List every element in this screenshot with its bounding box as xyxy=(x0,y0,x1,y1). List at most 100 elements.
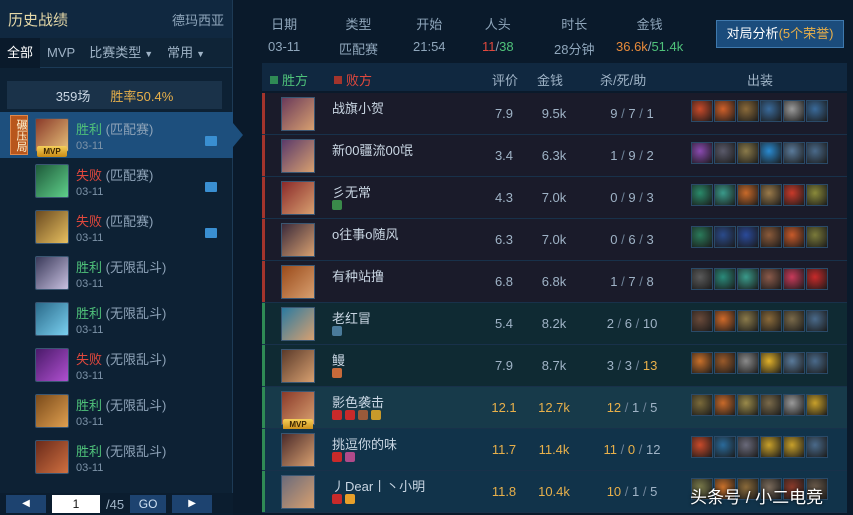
player-rating: 7.9 xyxy=(494,106,514,121)
match-list-item[interactable]: 失败 (匹配赛) 03-11 xyxy=(0,204,233,250)
player-row[interactable]: 新00疆流00氓 3.4 6.3k 1 / 9 / 2 xyxy=(262,135,847,177)
match-list-item[interactable]: 胜利 (无限乱斗) 03-11 xyxy=(0,250,233,296)
item-icon[interactable] xyxy=(737,436,759,458)
item-icon[interactable] xyxy=(783,100,805,122)
item-icon[interactable] xyxy=(760,436,782,458)
date-value: 03-11 xyxy=(268,39,301,54)
item-icon[interactable] xyxy=(714,100,736,122)
item-icon[interactable] xyxy=(691,268,713,290)
item-icon[interactable] xyxy=(714,394,736,416)
item-icon[interactable] xyxy=(691,184,713,206)
item-icon[interactable] xyxy=(714,268,736,290)
item-icon[interactable] xyxy=(691,310,713,332)
filter-common[interactable]: 常用 ▼ xyxy=(160,38,212,68)
item-icon[interactable] xyxy=(760,268,782,290)
item-icon[interactable] xyxy=(760,310,782,332)
item-icon[interactable] xyxy=(783,436,805,458)
replay-icon[interactable] xyxy=(205,182,217,192)
player-row[interactable]: 老红冒 5.4 8.2k 2 / 6 / 10 xyxy=(262,303,847,345)
replay-icon[interactable] xyxy=(205,136,217,146)
player-name[interactable]: 丿Dear丨丶小明 xyxy=(332,476,425,495)
item-icon[interactable] xyxy=(783,184,805,206)
item-icon[interactable] xyxy=(783,226,805,248)
item-icon[interactable] xyxy=(737,352,759,374)
item-icon[interactable] xyxy=(714,226,736,248)
item-icon[interactable] xyxy=(714,352,736,374)
player-name[interactable]: 新00疆流00氓 xyxy=(332,140,413,159)
player-name[interactable]: o往事o随风 xyxy=(332,224,398,243)
item-icon[interactable] xyxy=(737,394,759,416)
item-icon[interactable] xyxy=(737,184,759,206)
player-row[interactable]: 战旗小贺 7.9 9.5k 9 / 7 / 1 xyxy=(262,93,847,135)
player-row[interactable]: 有种站撸 6.8 6.8k 1 / 7 / 8 xyxy=(262,261,847,303)
match-list-item[interactable]: 胜利 (无限乱斗) 03-11 xyxy=(0,434,233,480)
item-icon[interactable] xyxy=(737,226,759,248)
item-icon[interactable] xyxy=(783,268,805,290)
match-list-item[interactable]: 失败 (匹配赛) 03-11 xyxy=(0,158,233,204)
match-list-item[interactable]: 胜利 (无限乱斗) 03-11 xyxy=(0,388,233,434)
item-icon[interactable] xyxy=(691,352,713,374)
item-icon[interactable] xyxy=(806,394,828,416)
player-name[interactable]: 影色袭击 xyxy=(332,392,384,411)
item-icon[interactable] xyxy=(806,310,828,332)
player-name[interactable]: 鳗 xyxy=(332,350,345,369)
filter-match-type[interactable]: 比赛类型 ▼ xyxy=(82,38,160,68)
match-result: 失败 xyxy=(76,213,103,229)
match-list-item[interactable]: 失败 (无限乱斗) 03-11 xyxy=(0,342,233,388)
item-icon[interactable] xyxy=(737,142,759,164)
filter-mvp[interactable]: MVP xyxy=(40,38,82,68)
player-row[interactable]: 鳗 7.9 8.7k 3 / 3 / 13 xyxy=(262,345,847,387)
match-analysis-button[interactable]: 对局分析(5个荣誉) xyxy=(716,20,844,48)
item-icon[interactable] xyxy=(760,394,782,416)
item-icon[interactable] xyxy=(760,352,782,374)
item-icon[interactable] xyxy=(806,184,828,206)
go-button[interactable]: GO xyxy=(130,495,167,513)
item-icon[interactable] xyxy=(691,226,713,248)
item-icon[interactable] xyxy=(783,394,805,416)
filter-all[interactable]: 全部 xyxy=(0,37,41,68)
item-icon[interactable] xyxy=(691,436,713,458)
item-icon[interactable] xyxy=(760,226,782,248)
item-icon[interactable] xyxy=(806,268,828,290)
item-icon[interactable] xyxy=(760,142,782,164)
item-icon[interactable] xyxy=(714,310,736,332)
item-icon[interactable] xyxy=(714,184,736,206)
player-name[interactable]: 老红冒 xyxy=(332,308,371,327)
champion-avatar xyxy=(35,348,69,382)
prev-page-button[interactable]: ◀ xyxy=(6,495,46,513)
item-icon[interactable] xyxy=(737,268,759,290)
player-row[interactable]: 挑逗你的味 11.7 11.4k 11 / 0 / 12 xyxy=(262,429,847,471)
item-icon[interactable] xyxy=(806,352,828,374)
replay-icon[interactable] xyxy=(205,228,217,238)
page-input[interactable]: 1 xyxy=(52,495,100,513)
item-icon[interactable] xyxy=(760,100,782,122)
player-name[interactable]: 战旗小贺 xyxy=(332,98,384,117)
player-row[interactable]: MVP 影色袭击 12.1 12.7k 12 / 1 / 5 xyxy=(262,387,847,430)
player-row[interactable]: 彡无常 4.3 7.0k 0 / 9 / 3 xyxy=(262,177,847,219)
item-icon[interactable] xyxy=(783,142,805,164)
item-icon[interactable] xyxy=(714,436,736,458)
item-icon[interactable] xyxy=(691,100,713,122)
item-icon[interactable] xyxy=(806,226,828,248)
item-icon[interactable] xyxy=(783,352,805,374)
player-kda: 11 / 0 / 12 xyxy=(603,442,661,457)
player-name[interactable]: 有种站撸 xyxy=(332,266,384,285)
item-icon[interactable] xyxy=(691,142,713,164)
player-row[interactable]: o往事o随风 6.3 7.0k 0 / 6 / 3 xyxy=(262,219,847,261)
item-icon[interactable] xyxy=(737,100,759,122)
match-result: 失败 xyxy=(76,167,103,183)
player-name[interactable]: 彡无常 xyxy=(332,182,371,201)
item-icon[interactable] xyxy=(806,436,828,458)
item-icon[interactable] xyxy=(737,310,759,332)
player-name[interactable]: 挑逗你的味 xyxy=(332,434,397,453)
match-list-item[interactable]: 碾压局 MVP 胜利 (匹配赛) 03-11 xyxy=(0,112,243,158)
item-icon[interactable] xyxy=(760,184,782,206)
item-icon[interactable] xyxy=(806,142,828,164)
kda-kills: 3 xyxy=(606,358,614,373)
match-list-item[interactable]: 胜利 (无限乱斗) 03-11 xyxy=(0,296,233,342)
item-icon[interactable] xyxy=(806,100,828,122)
next-page-button[interactable]: ▶ xyxy=(172,495,213,513)
item-icon[interactable] xyxy=(783,310,805,332)
item-icon[interactable] xyxy=(714,142,736,164)
item-icon[interactable] xyxy=(691,394,713,416)
